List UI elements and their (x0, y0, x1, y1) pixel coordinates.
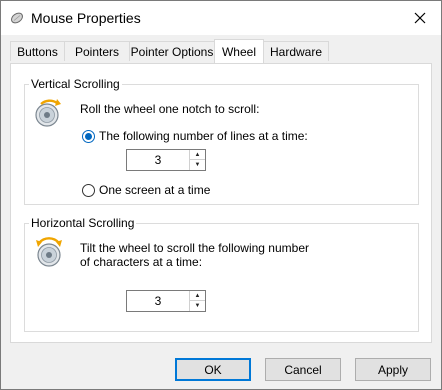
lines-at-a-time-radio[interactable] (82, 130, 95, 143)
one-screen-radio[interactable] (82, 184, 95, 197)
tab-label: Wheel (221, 44, 256, 59)
cancel-button[interactable]: Cancel (265, 358, 341, 381)
apply-button[interactable]: Apply (355, 358, 431, 381)
lines-value[interactable]: 3 (127, 150, 189, 170)
scroll-wheel-icon (35, 99, 61, 127)
dialog-button-bar: OK Cancel Apply (1, 346, 441, 389)
one-screen-label[interactable]: One screen at a time (99, 183, 210, 198)
cancel-label: Cancel (284, 362, 322, 377)
characters-value[interactable]: 3 (127, 291, 189, 311)
lines-spin-buttons: ▲ ▼ (189, 150, 205, 170)
wheel-tab-panel: Vertical Scrolling Roll the wheel one no… (10, 63, 432, 343)
tab-buttons[interactable]: Buttons (10, 41, 65, 61)
tab-pointer-options[interactable]: Pointer Options (129, 41, 215, 61)
close-icon (414, 12, 426, 24)
tab-pointers[interactable]: Pointers (64, 41, 130, 61)
lines-at-a-time-label[interactable]: The following number of lines at a time: (99, 129, 308, 144)
mouse-properties-dialog: Mouse Properties Buttons Pointers Pointe… (0, 0, 442, 390)
spin-up-arrow-icon[interactable]: ▲ (190, 150, 205, 160)
spin-down-arrow-icon[interactable]: ▼ (190, 160, 205, 170)
title-bar: Mouse Properties (1, 1, 441, 35)
tab-wheel[interactable]: Wheel (214, 39, 264, 63)
tab-label: Buttons (17, 44, 58, 59)
close-button[interactable] (399, 1, 441, 35)
vertical-scrolling-label: Vertical Scrolling (29, 77, 122, 91)
spin-down-arrow-icon[interactable]: ▼ (190, 301, 205, 311)
tab-label: Pointers (74, 44, 120, 59)
horizontal-scrolling-label: Horizontal Scrolling (29, 216, 137, 230)
ok-button[interactable]: OK (175, 358, 251, 381)
characters-spin-buttons: ▲ ▼ (189, 291, 205, 311)
horizontal-scrolling-group: Horizontal Scrolling Tilt the wheel to s… (24, 216, 419, 332)
vertical-instruction: Roll the wheel one notch to scroll: (80, 102, 260, 116)
mouse-icon (11, 12, 23, 24)
characters-spin-box[interactable]: 3 ▲ ▼ (126, 290, 206, 312)
tab-hardware[interactable]: Hardware (263, 41, 329, 61)
horizontal-instruction-line2: of characters at a time: (80, 255, 203, 269)
window-title: Mouse Properties (31, 10, 141, 26)
tab-label: Pointer Options (130, 44, 214, 59)
tab-label: Hardware (269, 44, 323, 59)
apply-label: Apply (377, 362, 409, 377)
vertical-scrolling-group: Vertical Scrolling Roll the wheel one no… (24, 77, 419, 205)
lines-spin-box[interactable]: 3 ▲ ▼ (126, 149, 206, 171)
spin-up-arrow-icon[interactable]: ▲ (190, 291, 205, 301)
scroll-wheel-icon (36, 237, 62, 267)
horizontal-instruction-line1: Tilt the wheel to scroll the following n… (80, 241, 309, 255)
ok-label: OK (204, 362, 222, 377)
